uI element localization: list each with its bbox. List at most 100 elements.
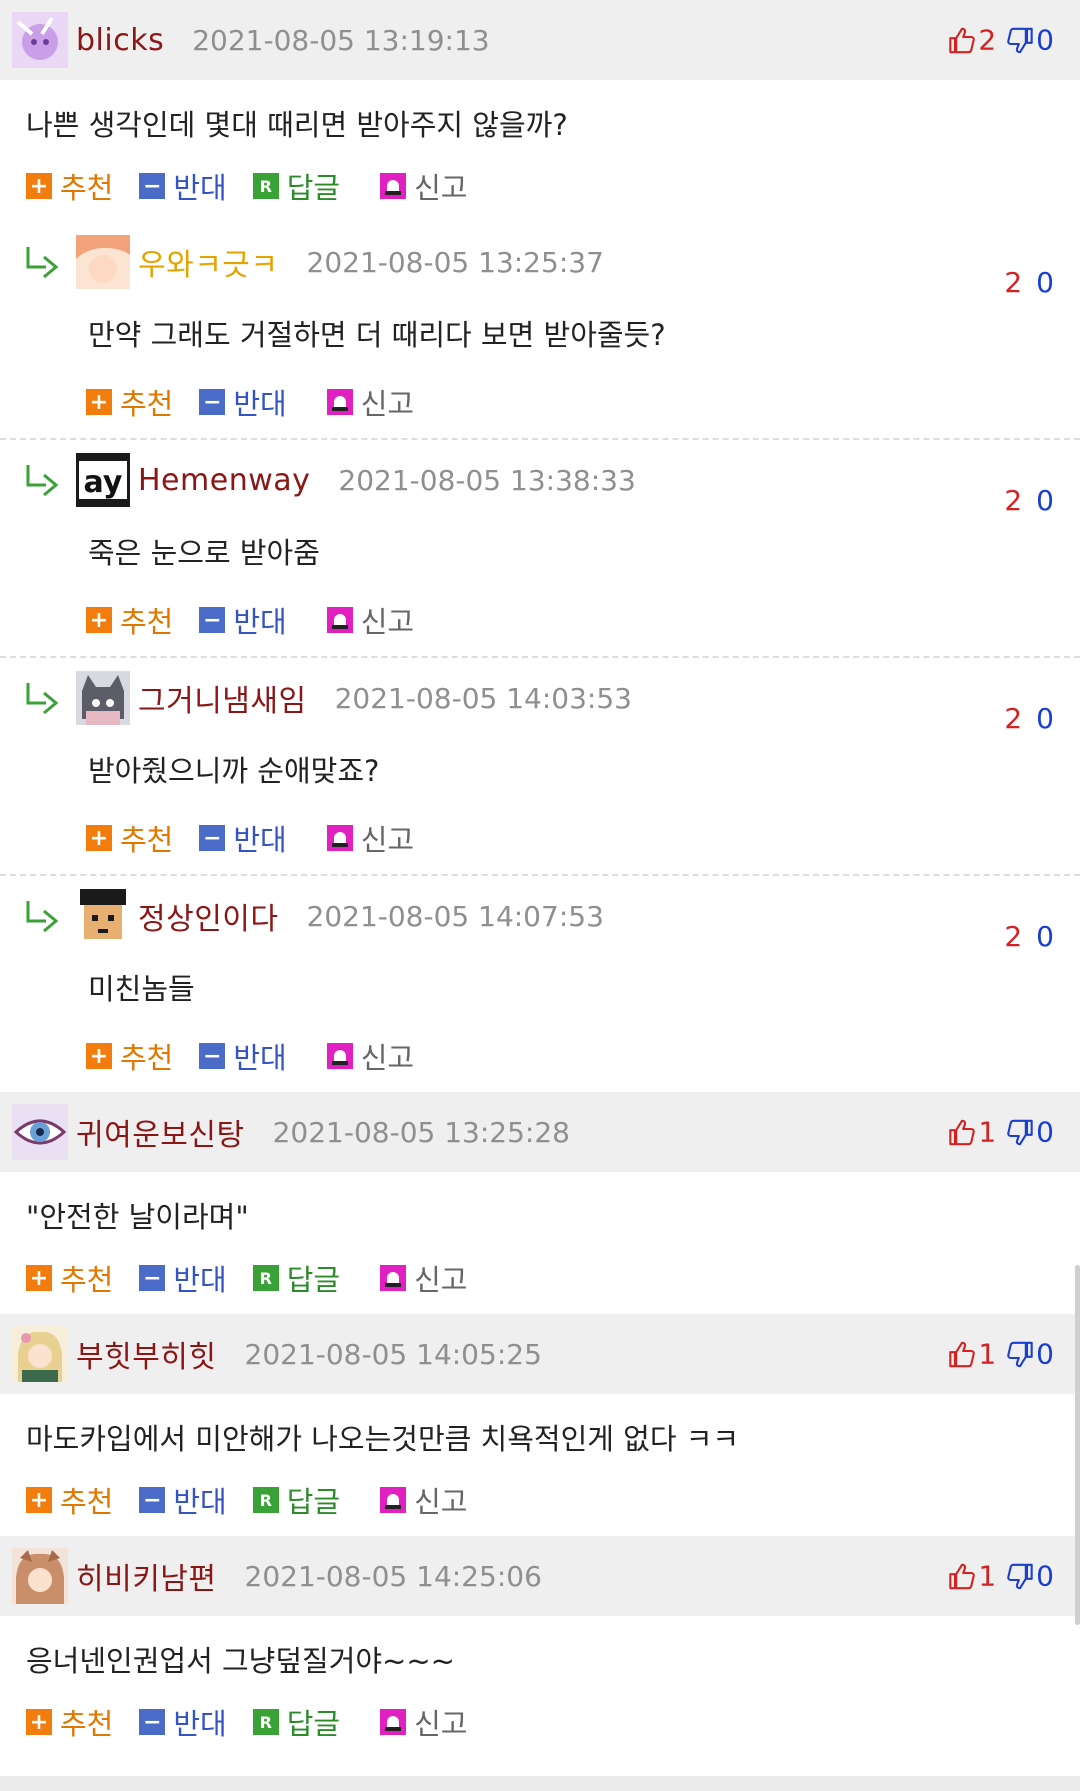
thumbs-up-icon[interactable] <box>948 1117 976 1147</box>
reply-item: 그거니냄새임 2021-08-05 14:03:53 2 0 받아줬으니까 순애… <box>0 658 1080 876</box>
report-button[interactable]: 신고 <box>326 1035 414 1077</box>
timestamp: 2021-08-05 14:03:53 <box>334 681 632 715</box>
nickname[interactable]: 우와ㅋ긋ㅋ <box>138 240 279 284</box>
report-button[interactable]: 신고 <box>326 381 414 423</box>
siren-icon <box>380 1265 407 1291</box>
comment-text: 죽은 눈으로 받아줌 <box>88 536 320 570</box>
nickname[interactable]: blicks <box>76 23 164 58</box>
nickname[interactable]: Hemenway <box>138 463 310 498</box>
reply-button[interactable]: R 답글 <box>252 1479 340 1521</box>
comment-actions: + 추천 − 반대 신고 <box>0 584 1080 656</box>
report-button[interactable]: 신고 <box>380 1701 468 1743</box>
upvote-count: 2 <box>1004 702 1023 735</box>
recommend-button[interactable]: + 추천 <box>26 1701 113 1743</box>
comment-header: 귀여운보신탕 2021-08-05 13:25:28 1 0 <box>0 1092 1080 1172</box>
recommend-button[interactable]: + 추천 <box>86 817 173 859</box>
recommend-button[interactable]: + 추천 <box>26 165 113 207</box>
downvote-count: 0 <box>1036 1559 1054 1593</box>
report-button[interactable]: 신고 <box>380 165 468 207</box>
upvote-count: 2 <box>1004 484 1023 517</box>
comment-item: 히비키남편 2021-08-05 14:25:06 1 0 응너넨인권업서 그냥… <box>0 1536 1080 1758</box>
plus-icon: + <box>26 1487 52 1513</box>
oppose-button[interactable]: − 반대 <box>139 1479 227 1521</box>
thumbs-up-icon[interactable] <box>948 1561 976 1591</box>
thumbs-up-icon[interactable] <box>948 1339 976 1369</box>
plus-icon: + <box>86 389 112 415</box>
oppose-button[interactable]: − 반대 <box>139 165 227 207</box>
timestamp: 2021-08-05 14:07:53 <box>306 899 604 933</box>
vote-counts: 2 0 <box>1002 920 1054 953</box>
thumbs-up-icon[interactable] <box>948 25 976 55</box>
reply-arrow-icon <box>26 247 59 279</box>
timestamp: 2021-08-05 13:19:13 <box>192 23 490 57</box>
avatar[interactable] <box>12 12 68 68</box>
oppose-button[interactable]: − 반대 <box>199 1035 287 1077</box>
oppose-button[interactable]: − 반대 <box>199 817 287 859</box>
list-bottom-divider <box>0 1776 1080 1791</box>
recommend-button[interactable]: + 추천 <box>86 381 173 423</box>
plus-icon: + <box>86 825 112 851</box>
svg-text:ay: ay <box>84 465 123 500</box>
report-button[interactable]: 신고 <box>326 817 414 859</box>
upvote-count: 2 <box>1004 266 1023 299</box>
downvote-count: 0 <box>1036 1115 1054 1149</box>
thumbs-down-icon[interactable] <box>1006 1117 1034 1147</box>
reply-button[interactable]: R 답글 <box>252 1257 340 1299</box>
reply-r-icon: R <box>252 1265 279 1291</box>
comment-text: 만약 그래도 거절하면 더 때리다 보면 받아줄듯? <box>88 318 666 352</box>
avatar[interactable] <box>12 1326 68 1382</box>
plus-icon: + <box>26 173 52 199</box>
reply-button[interactable]: R 답글 <box>252 1701 340 1743</box>
recommend-button[interactable]: + 추천 <box>26 1479 113 1521</box>
report-button[interactable]: 신고 <box>380 1257 468 1299</box>
nickname[interactable]: 정상인이다 <box>138 894 279 938</box>
recommend-button[interactable]: + 추천 <box>86 599 173 641</box>
oppose-button[interactable]: − 반대 <box>139 1701 227 1743</box>
downvote-count: 0 <box>1036 23 1054 57</box>
comment-text: "안전한 날이라며" <box>26 1200 249 1234</box>
oppose-button[interactable]: − 반대 <box>199 599 287 641</box>
comment-text: 응너넨인권업서 그냥덮질거야~~~ <box>26 1644 455 1678</box>
comment-header: 부힛부히힛 2021-08-05 14:05:25 1 0 <box>0 1314 1080 1394</box>
report-button[interactable]: 신고 <box>326 599 414 641</box>
nickname[interactable]: 귀여운보신탕 <box>76 1110 245 1154</box>
upvote-count: 1 <box>978 1337 997 1371</box>
reply-r-icon: R <box>252 1487 279 1513</box>
timestamp: 2021-08-05 14:25:06 <box>244 1559 542 1593</box>
siren-icon <box>326 1043 353 1069</box>
avatar[interactable] <box>12 1548 68 1604</box>
minus-icon: − <box>139 1265 166 1291</box>
vote-counts: 2 0 <box>948 24 1054 57</box>
vote-counts: 2 0 <box>1002 484 1054 517</box>
downvote-count: 0 <box>1036 484 1054 517</box>
nickname[interactable]: 히비키남편 <box>76 1554 217 1598</box>
avatar[interactable] <box>12 1104 68 1160</box>
avatar[interactable] <box>76 235 130 289</box>
thumbs-down-icon[interactable] <box>1006 1339 1034 1369</box>
timestamp: 2021-08-05 14:05:25 <box>244 1337 542 1371</box>
report-button[interactable]: 신고 <box>380 1479 468 1521</box>
oppose-button[interactable]: − 반대 <box>199 381 287 423</box>
oppose-button[interactable]: − 반대 <box>139 1257 227 1299</box>
nickname[interactable]: 그거니냄새임 <box>138 676 307 720</box>
comment-actions: + 추천 − 반대 R 답글 신고 <box>0 1242 1080 1314</box>
recommend-button[interactable]: + 추천 <box>86 1035 173 1077</box>
comment-header: 그거니냄새임 2021-08-05 14:03:53 2 0 <box>0 658 1080 738</box>
comment-actions: + 추천 − 반대 R 답글 신고 <box>0 1464 1080 1536</box>
plus-icon: + <box>26 1265 52 1291</box>
avatar[interactable] <box>76 889 130 943</box>
nickname[interactable]: 부힛부히힛 <box>76 1332 217 1376</box>
comment-list: blicks 2021-08-05 13:19:13 2 0 나쁜 생각인데 몇… <box>0 0 1080 1791</box>
avatar[interactable]: ay <box>76 453 130 507</box>
recommend-button[interactable]: + 추천 <box>26 1257 113 1299</box>
reply-button[interactable]: R 답글 <box>252 165 340 207</box>
thumbs-down-icon[interactable] <box>1006 1561 1034 1591</box>
thumbs-down-icon[interactable] <box>1006 25 1034 55</box>
siren-icon <box>380 1487 407 1513</box>
avatar[interactable] <box>76 671 130 725</box>
plus-icon: + <box>86 1043 112 1069</box>
scrollbar[interactable] <box>1075 1265 1080 1625</box>
timestamp: 2021-08-05 13:25:37 <box>306 245 604 279</box>
comment-header: 우와ㅋ긋ㅋ 2021-08-05 13:25:37 2 0 <box>0 222 1080 302</box>
siren-icon <box>326 825 353 851</box>
